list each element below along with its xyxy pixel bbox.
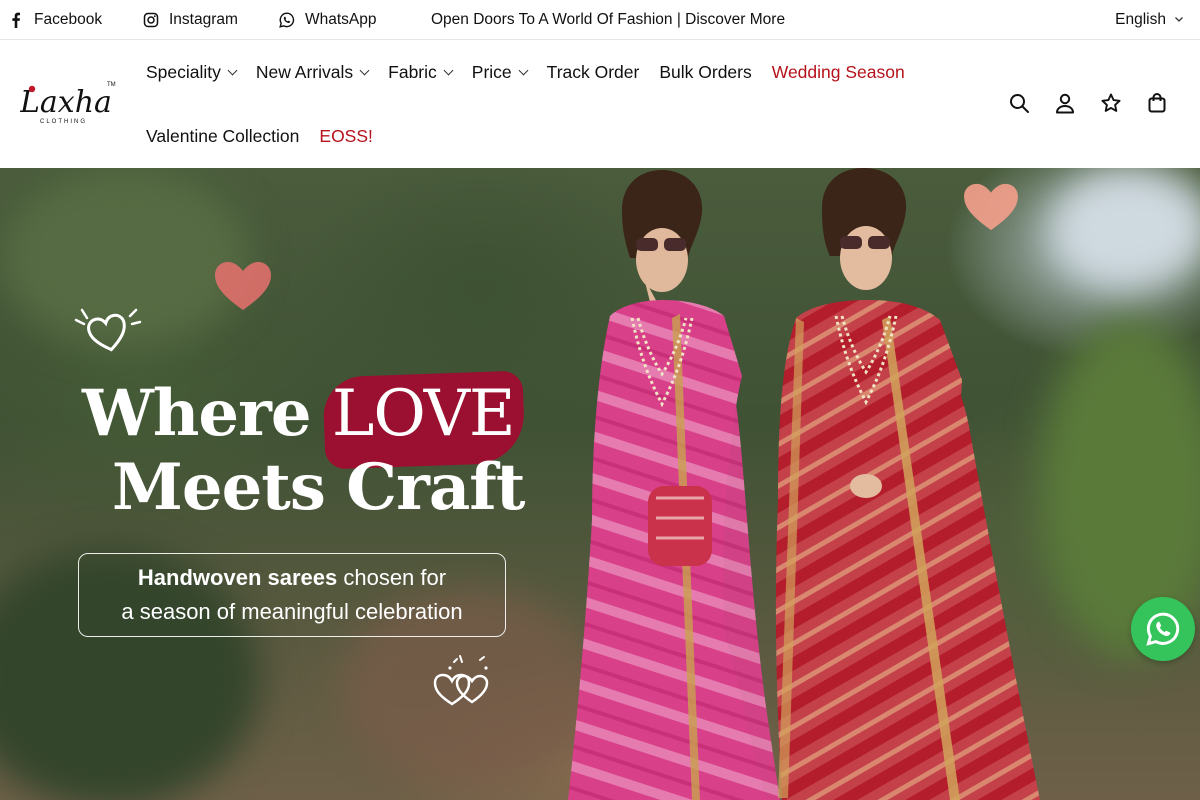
subtitle-bold: Handwoven sarees xyxy=(137,565,338,590)
nav-label: Bulk Orders xyxy=(659,61,752,82)
nav-label: Track Order xyxy=(546,61,640,82)
facebook-label: Facebook xyxy=(34,11,103,28)
nav-label: Price xyxy=(471,61,512,82)
nav-label: Fabric xyxy=(388,61,437,82)
brand-logo[interactable]: Laxha TM CLOTHING xyxy=(19,76,120,132)
search-icon[interactable] xyxy=(1008,92,1030,114)
whatsapp-chat-button[interactable] xyxy=(1131,597,1195,661)
promo-announcement[interactable]: Open Doors To A World Of Fashion | Disco… xyxy=(431,0,785,40)
nav-label: Wedding Season xyxy=(771,61,905,82)
whatsapp-link[interactable]: WhatsApp xyxy=(279,0,377,40)
love-highlight: LOVE xyxy=(322,370,526,470)
main-nav-row-2: Valentine Collection EOSS! xyxy=(146,124,373,148)
language-selector[interactable]: English xyxy=(1115,0,1184,40)
hero-highlight-word: LOVE xyxy=(331,377,516,451)
saree-models-image xyxy=(568,168,1040,800)
double-heart-icon xyxy=(433,655,489,706)
account-icon[interactable] xyxy=(1054,92,1076,114)
subtitle-line-1: Handwoven sarees chosen for xyxy=(79,561,505,595)
header-actions xyxy=(1008,92,1168,114)
model-pink-saree xyxy=(568,170,780,800)
nav-label: New Arrivals xyxy=(255,61,354,82)
floating-heart-icon xyxy=(215,262,271,310)
nav-speciality[interactable]: Speciality xyxy=(146,61,238,83)
chevron-down-icon xyxy=(518,65,529,75)
instagram-label: Instagram xyxy=(169,11,238,28)
hero-headline-word: Where xyxy=(82,376,312,451)
instagram-icon xyxy=(143,12,159,28)
svg-text:TM: TM xyxy=(107,82,116,88)
nav-bulk-orders[interactable]: Bulk Orders xyxy=(659,62,751,83)
hero-banner[interactable]: Where LOVE Meets Craft Handwoven sarees … xyxy=(0,168,1200,800)
whatsapp-label: WhatsApp xyxy=(305,11,377,28)
subtitle-line-2: a season of meaningful celebration xyxy=(121,599,463,624)
site-header: Laxha TM CLOTHING Speciality New Arrival… xyxy=(0,40,1200,168)
svg-text:CLOTHING: CLOTHING xyxy=(40,119,87,125)
nav-label: EOSS! xyxy=(319,125,373,146)
nav-label: Valentine Collection xyxy=(146,125,300,146)
main-nav-row-1: Speciality New Arrivals Fabric Price Tra… xyxy=(146,60,905,84)
cart-bag-icon[interactable] xyxy=(1146,92,1168,114)
hero-subtitle-box: Handwoven sarees chosen for a season of … xyxy=(78,553,506,637)
nav-fabric[interactable]: Fabric xyxy=(388,61,454,83)
model-red-saree xyxy=(775,168,1040,800)
hero-headline-line-2: Meets Craft xyxy=(112,450,525,525)
subtitle-rest: chosen for xyxy=(337,565,447,590)
nav-new-arrivals[interactable]: New Arrivals xyxy=(255,61,370,83)
chevron-down-icon xyxy=(227,65,238,75)
instagram-link[interactable]: Instagram xyxy=(143,0,238,40)
language-label: English xyxy=(1115,11,1166,28)
wishlist-star-icon[interactable] xyxy=(1100,92,1122,114)
outline-heart-icon xyxy=(74,308,142,352)
chevron-down-icon xyxy=(443,65,454,75)
announcement-bar: Facebook Instagram WhatsApp Open Doors T… xyxy=(0,0,1200,40)
nav-price[interactable]: Price xyxy=(471,61,529,83)
nav-label: Speciality xyxy=(146,61,221,82)
chevron-down-icon xyxy=(1174,14,1184,27)
facebook-icon xyxy=(8,12,24,28)
chevron-down-icon xyxy=(359,65,370,75)
nav-track-order[interactable]: Track Order xyxy=(547,62,640,83)
whatsapp-icon xyxy=(1146,612,1180,646)
nav-wedding-season[interactable]: Wedding Season xyxy=(772,62,905,83)
facebook-link[interactable]: Facebook xyxy=(8,0,102,40)
nav-eoss[interactable]: EOSS! xyxy=(319,126,373,147)
whatsapp-icon xyxy=(279,12,295,28)
hero-headline-line-1: Where LOVE xyxy=(82,370,526,470)
nav-valentine-collection[interactable]: Valentine Collection xyxy=(146,126,299,147)
